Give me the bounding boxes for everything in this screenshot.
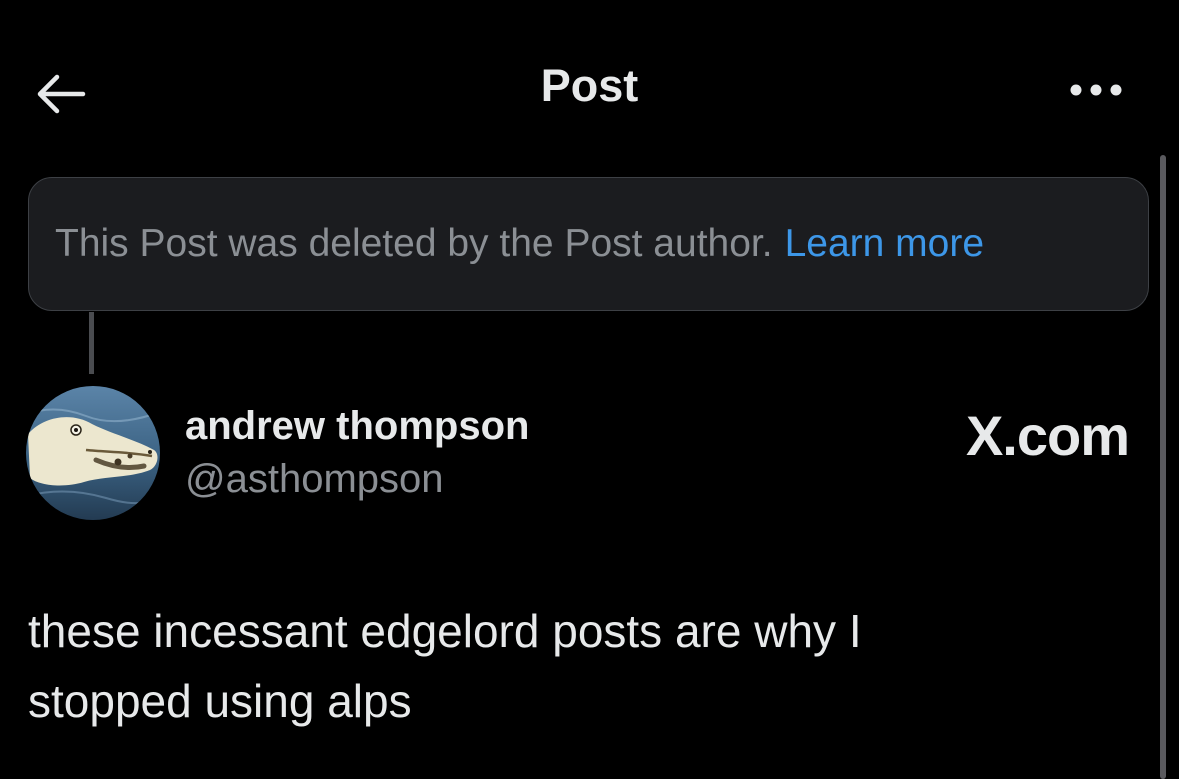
- back-button[interactable]: [28, 62, 92, 126]
- author-display-name[interactable]: andrew thompson: [185, 404, 529, 449]
- page-title: Post: [540, 60, 639, 111]
- thread-connector-line: [89, 312, 94, 374]
- more-horizontal-icon: [1070, 84, 1122, 96]
- top-nav-bar: Post: [0, 0, 1179, 180]
- avatar[interactable]: [26, 386, 160, 520]
- post-text-line-1: these incessant edgelord posts are why I: [28, 605, 862, 657]
- post-text-line-2: stopped using alps: [28, 675, 412, 727]
- learn-more-link[interactable]: Learn more: [785, 222, 984, 266]
- x-com-watermark: X.com: [965, 404, 1130, 467]
- arrow-left-icon: [37, 74, 86, 114]
- deleted-post-notice: This Post was deleted by the Post author…: [28, 177, 1149, 311]
- scrollbar[interactable]: [1160, 155, 1166, 779]
- deleted-notice-text: This Post was deleted by the Post author…: [55, 222, 773, 265]
- alligator-avatar-icon: [26, 386, 160, 520]
- more-options-button[interactable]: [1058, 68, 1134, 112]
- author-handle[interactable]: @asthompson: [185, 457, 444, 502]
- post-body: these incessant edgelord posts are why I…: [28, 596, 1128, 736]
